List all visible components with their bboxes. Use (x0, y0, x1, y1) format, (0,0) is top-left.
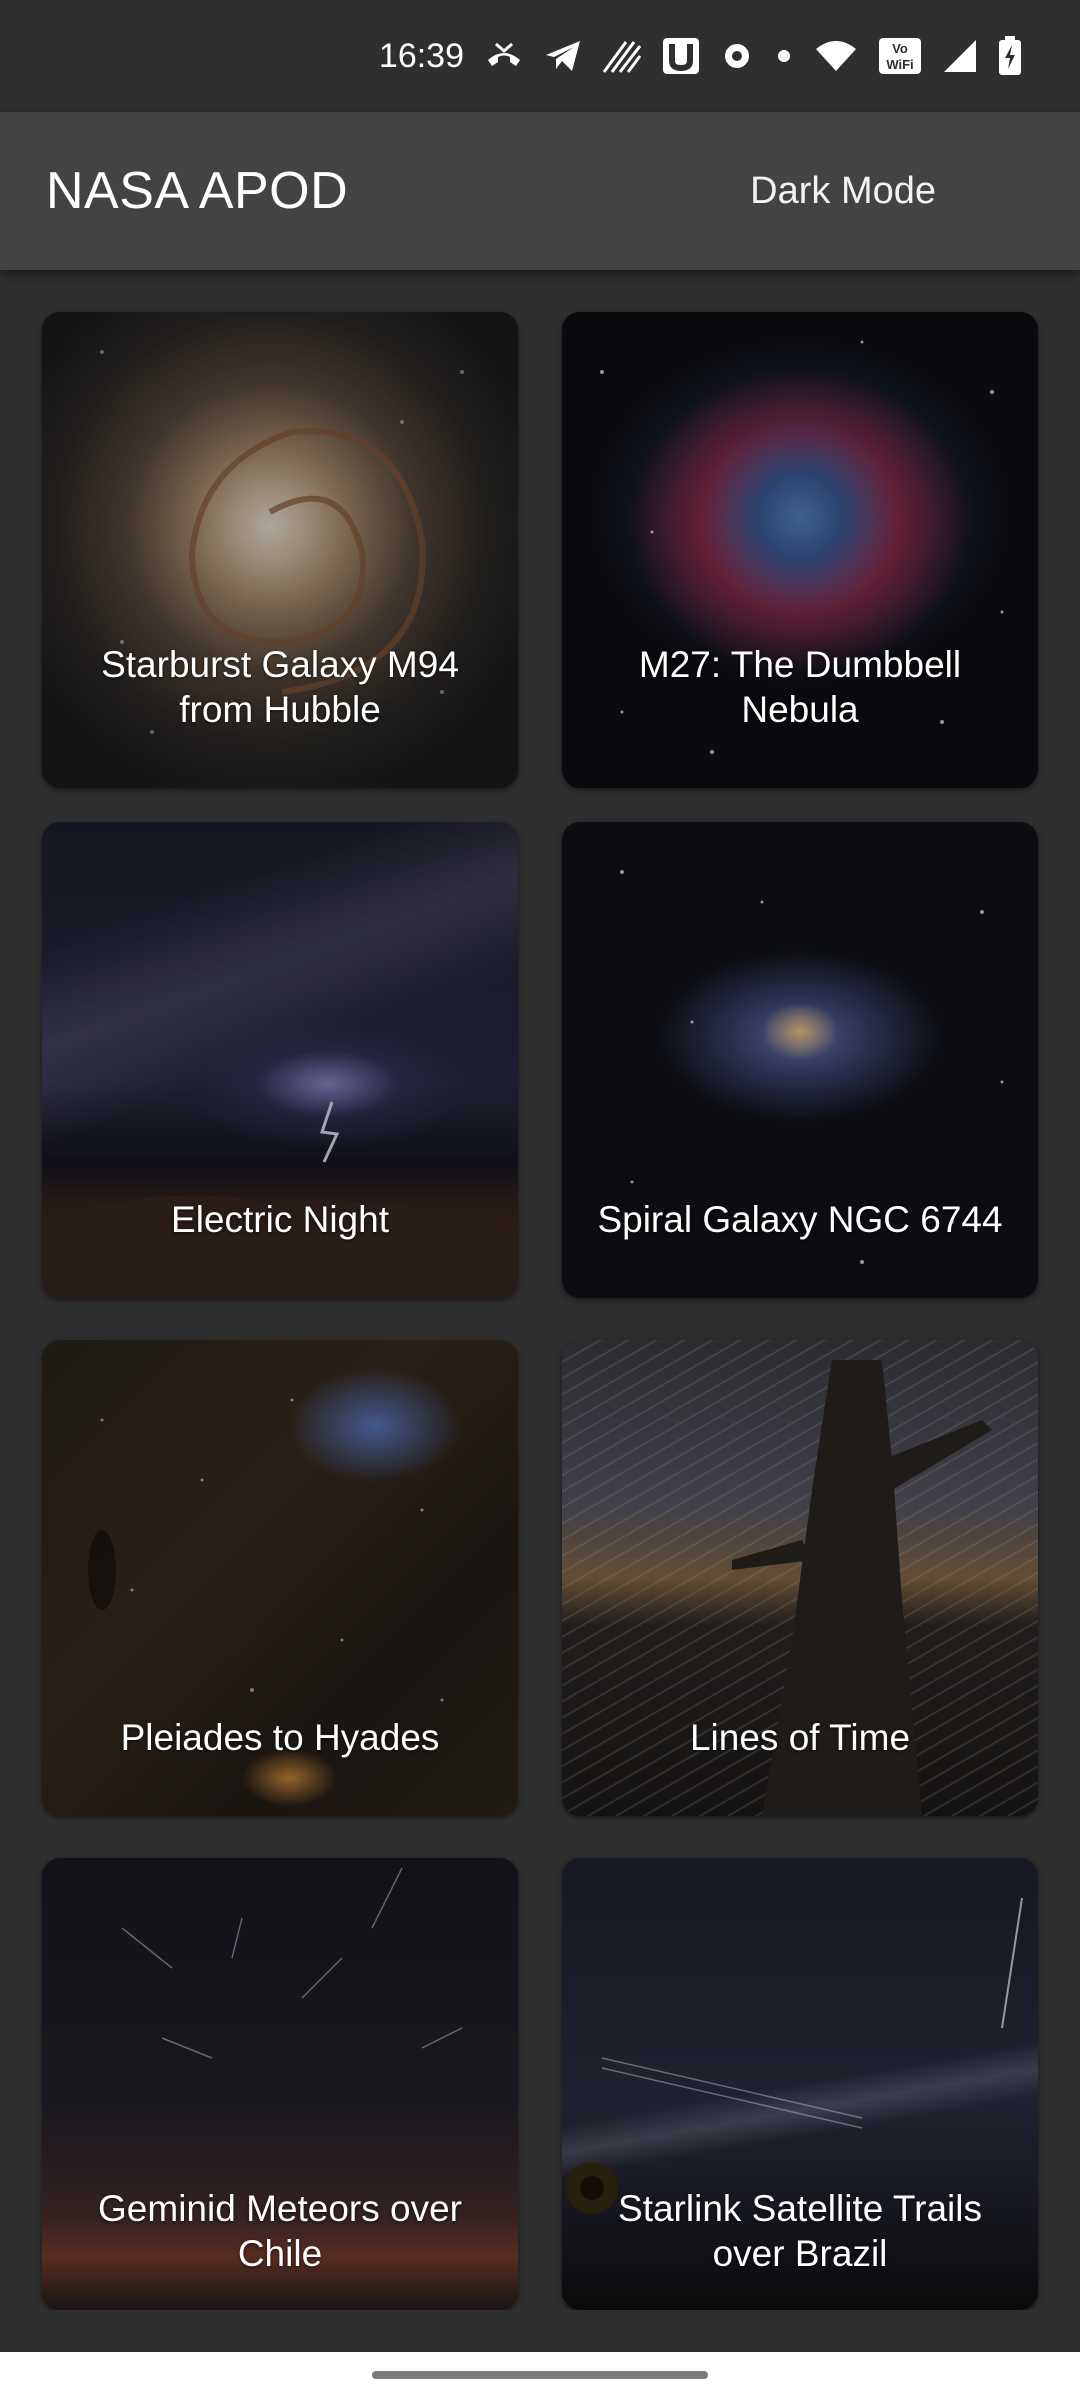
signal-waves-icon (602, 36, 642, 76)
svg-text:WiFi: WiFi (886, 57, 913, 72)
apod-title: M27: The Dumbbell Nebula (638, 644, 962, 730)
sync-icon (720, 36, 754, 76)
apod-card[interactable]: Electric Night (42, 822, 518, 1298)
apod-card[interactable]: Pleiades to Hyades (42, 1340, 518, 1816)
apod-card[interactable]: Lines of Time (562, 1340, 1038, 1816)
telegram-icon (544, 36, 582, 76)
apod-title: Geminid Meteors over Chile (98, 2188, 462, 2274)
apod-title: Starlink Satellite Trails over Brazil (618, 2188, 982, 2274)
apod-gallery-grid: Starburst Galaxy M94 from Hubble M27: Th… (0, 270, 1080, 2310)
apod-title: Starburst Galaxy M94 from Hubble (101, 644, 459, 730)
dark-mode-label: Dark Mode (750, 169, 936, 212)
status-bar: 16:39 Vo WiFi (0, 0, 1080, 112)
svg-text:Vo: Vo (892, 41, 908, 56)
apod-title: Spiral Galaxy NGC 6744 (597, 1199, 1003, 1240)
apod-title: Electric Night (171, 1199, 389, 1240)
status-time: 16:39 (378, 36, 464, 75)
apod-card[interactable]: Geminid Meteors over Chile (42, 1858, 518, 2310)
apod-title: Pleiades to Hyades (120, 1717, 440, 1758)
u-app-icon (662, 36, 700, 76)
gesture-handle[interactable] (372, 2371, 708, 2379)
moon-icon[interactable] (986, 161, 1034, 221)
battery-charging-icon (998, 36, 1022, 76)
missed-call-icon (484, 36, 524, 76)
app-bar: NASA APOD Dark Mode (0, 112, 1080, 270)
apod-card[interactable]: M27: The Dumbbell Nebula (562, 312, 1038, 788)
app-title: NASA APOD (46, 162, 349, 220)
apod-card[interactable]: Starburst Galaxy M94 from Hubble (42, 312, 518, 788)
vowifi-icon: Vo WiFi (878, 36, 922, 76)
cell-signal-icon (942, 36, 978, 76)
wifi-icon (814, 36, 858, 76)
apod-card[interactable]: Starlink Satellite Trails over Brazil (562, 1858, 1038, 2310)
apod-title: Lines of Time (689, 1717, 911, 1758)
dot-icon (774, 36, 794, 76)
apod-card[interactable]: Spiral Galaxy NGC 6744 (562, 822, 1038, 1298)
